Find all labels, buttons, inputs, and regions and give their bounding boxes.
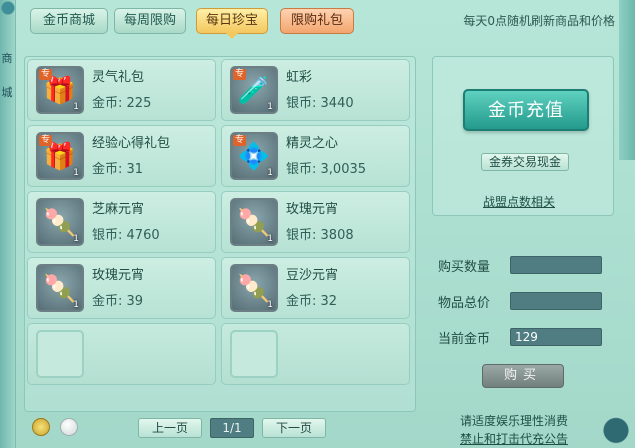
empty-item-slot xyxy=(221,323,410,385)
item-price: 银币: 3808 xyxy=(286,228,354,243)
item-quantity: 1 xyxy=(267,234,273,244)
item-name: 芝麻元宵 xyxy=(92,202,145,217)
side-char: 城 xyxy=(1,86,13,99)
left-side-tab[interactable]: 商 城 xyxy=(0,0,16,448)
prev-page-button[interactable]: 上一页 xyxy=(138,418,202,438)
item-price: 金币: 225 xyxy=(92,96,152,111)
empty-item-slot xyxy=(27,323,216,385)
item-price: 银币: 3,0035 xyxy=(286,162,367,177)
item-card[interactable]: 🎁 专 1 经验心得礼包 金币: 31 xyxy=(27,125,216,187)
item-card[interactable]: 🍡 1 芝麻元宵 银币: 4760 xyxy=(27,191,216,253)
pearl-icon[interactable] xyxy=(60,418,78,436)
side-char: 商 xyxy=(1,52,13,65)
total-price-field xyxy=(510,292,602,310)
total-price-label: 物品总价 xyxy=(438,296,491,311)
item-slot: 🧪 专 1 xyxy=(230,66,278,114)
voucher-trade-button[interactable]: 金券交易现金 xyxy=(481,153,569,171)
quantity-label: 购买数量 xyxy=(438,260,491,275)
item-card[interactable]: 🍡 1 豆沙元宵 金币: 32 xyxy=(221,257,410,319)
item-price: 金币: 31 xyxy=(92,162,144,177)
tab-weekly-limited[interactable]: 每周限购 xyxy=(114,8,186,34)
item-quantity: 1 xyxy=(73,102,79,112)
item-slot: 🎁 专 1 xyxy=(36,66,84,114)
tab-gold-shop[interactable]: 金币商城 xyxy=(30,8,108,34)
item-slot: 🎁 专 1 xyxy=(36,132,84,180)
tab-limited-gift[interactable]: 限购礼包 xyxy=(280,8,354,34)
current-gold-field: 129 xyxy=(510,328,602,346)
magnifier-icon[interactable] xyxy=(32,418,50,436)
anti-proxy-recharge-link[interactable]: 禁止和打击代充公告 xyxy=(460,430,568,447)
item-slot: 💠 专 1 xyxy=(230,132,278,180)
refresh-note: 每天0点随机刷新商品和价格 xyxy=(463,14,615,28)
item-card[interactable]: 💠 专 1 精灵之心 银币: 3,0035 xyxy=(221,125,410,187)
special-badge: 专 xyxy=(233,135,247,146)
shop-window: 商 城 金币商城 每周限购 每日珍宝 限购礼包 每天0点随机刷新商品和价格 🎁 … xyxy=(0,0,635,448)
tab-daily-treasure[interactable]: 每日珍宝 xyxy=(196,8,268,34)
responsible-spending-notice: 请适度娱乐理性消费 xyxy=(460,414,569,428)
special-badge: 专 xyxy=(39,135,53,146)
item-quantity: 1 xyxy=(267,102,273,112)
alliance-points-link[interactable]: 战盟点数相关 xyxy=(483,193,555,210)
corner-emblem-icon xyxy=(599,404,633,448)
item-slot: 🍡 1 xyxy=(230,198,278,246)
item-name: 经验心得礼包 xyxy=(92,136,171,151)
item-name: 玫瑰元宵 xyxy=(92,268,145,283)
gold-recharge-button[interactable]: 金币充值 xyxy=(463,89,589,131)
item-name: 灵气礼包 xyxy=(92,70,145,85)
current-gold-label: 当前金币 xyxy=(438,332,491,347)
item-slot xyxy=(36,330,84,378)
special-badge: 专 xyxy=(233,69,247,80)
recharge-panel: 金币充值 金券交易现金 战盟点数相关 xyxy=(432,56,614,216)
item-quantity: 1 xyxy=(73,300,79,310)
item-card[interactable]: 🎁 专 1 灵气礼包 金币: 225 xyxy=(27,59,216,121)
item-name: 豆沙元宵 xyxy=(286,268,339,283)
item-quantity: 1 xyxy=(73,234,79,244)
items-grid: 🎁 专 1 灵气礼包 金币: 225 🧪 专 1 虹彩 银币: 3440 🎁 专… xyxy=(24,56,416,412)
item-slot: 🍡 1 xyxy=(230,264,278,312)
item-price: 金币: 39 xyxy=(92,294,144,309)
item-price: 银币: 3440 xyxy=(286,96,354,111)
item-card[interactable]: 🍡 1 玫瑰元宵 金币: 39 xyxy=(27,257,216,319)
item-card[interactable]: 🧪 专 1 虹彩 银币: 3440 xyxy=(221,59,410,121)
right-edge-decoration xyxy=(619,0,635,160)
item-slot: 🍡 1 xyxy=(36,264,84,312)
special-badge: 专 xyxy=(39,69,53,80)
item-name: 玫瑰元宵 xyxy=(286,202,339,217)
item-card[interactable]: 🍡 1 玫瑰元宵 银币: 3808 xyxy=(221,191,410,253)
active-tab-pointer xyxy=(226,33,238,39)
item-name: 虹彩 xyxy=(286,70,313,85)
item-price: 金币: 32 xyxy=(286,294,338,309)
item-slot xyxy=(230,330,278,378)
item-quantity: 1 xyxy=(267,168,273,178)
item-quantity: 1 xyxy=(267,300,273,310)
item-quantity: 1 xyxy=(73,168,79,178)
next-page-button[interactable]: 下一页 xyxy=(262,418,326,438)
quantity-input[interactable] xyxy=(510,256,602,274)
item-price: 银币: 4760 xyxy=(92,228,160,243)
page-indicator: 1/1 xyxy=(210,418,254,438)
corner-ornament-icon xyxy=(0,0,30,18)
item-slot: 🍡 1 xyxy=(36,198,84,246)
buy-button[interactable]: 购买 xyxy=(482,364,564,388)
item-name: 精灵之心 xyxy=(286,136,339,151)
